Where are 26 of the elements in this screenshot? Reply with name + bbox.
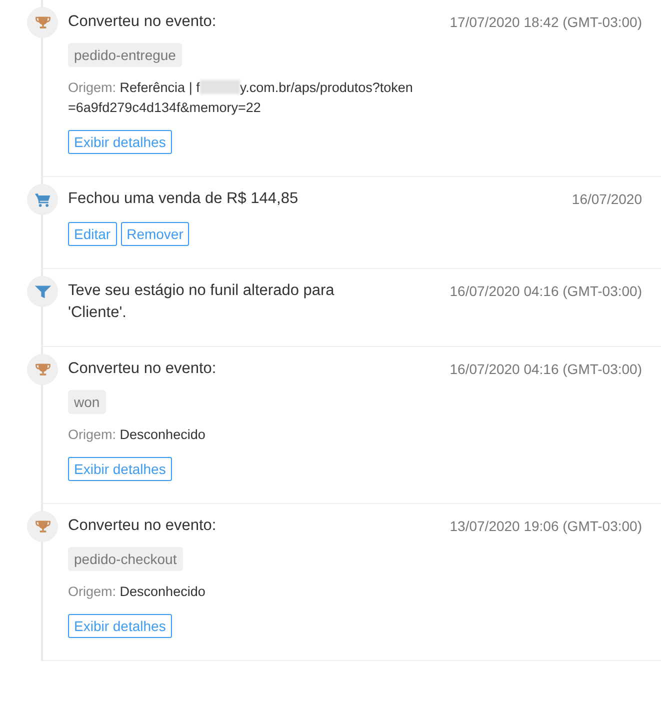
event-tag: won <box>68 390 106 414</box>
trophy-icon <box>34 360 52 378</box>
event-title: Converteu no evento: <box>68 12 216 32</box>
origin-text: Origem: Desconhecido <box>68 583 206 601</box>
event-title: Teve seu estágio no funil alterado para 'Cliente'. <box>68 281 336 323</box>
cart-icon <box>34 190 52 208</box>
action-button[interactable]: Remover <box>120 222 190 246</box>
event-date: 13/07/2020 19:06 (GMT-03:00) <box>450 517 642 536</box>
action-button[interactable]: Exibir detalhes <box>68 130 172 154</box>
action-button[interactable]: Editar <box>68 222 117 246</box>
trophy-icon <box>34 518 52 536</box>
action-button[interactable]: Exibir detalhes <box>68 457 172 481</box>
event-title: Converteu no evento: <box>68 516 216 536</box>
event-tag: pedido-checkout <box>68 547 183 571</box>
event-date: 16/07/2020 04:16 (GMT-03:00) <box>450 360 642 379</box>
origin-text: Origem: Desconhecido <box>68 426 206 444</box>
trophy-icon <box>34 14 52 32</box>
event-date: 16/07/2020 04:16 (GMT-03:00) <box>450 282 642 301</box>
event-title: Converteu no evento: <box>68 359 216 379</box>
event-tag: pedido-entregue <box>68 43 182 67</box>
event-date: 16/07/2020 <box>572 190 642 209</box>
event-title: Fechou uma venda de R$ 144,85 <box>68 189 298 209</box>
funnel-icon <box>34 282 52 300</box>
event-date: 17/07/2020 18:42 (GMT-03:00) <box>450 13 642 32</box>
action-button[interactable]: Exibir detalhes <box>68 614 172 638</box>
origin-text: Origem: Referência | f y.com.br/aps/produtos?token=6a9fd279c4d134f&memory=22 <box>68 79 413 117</box>
